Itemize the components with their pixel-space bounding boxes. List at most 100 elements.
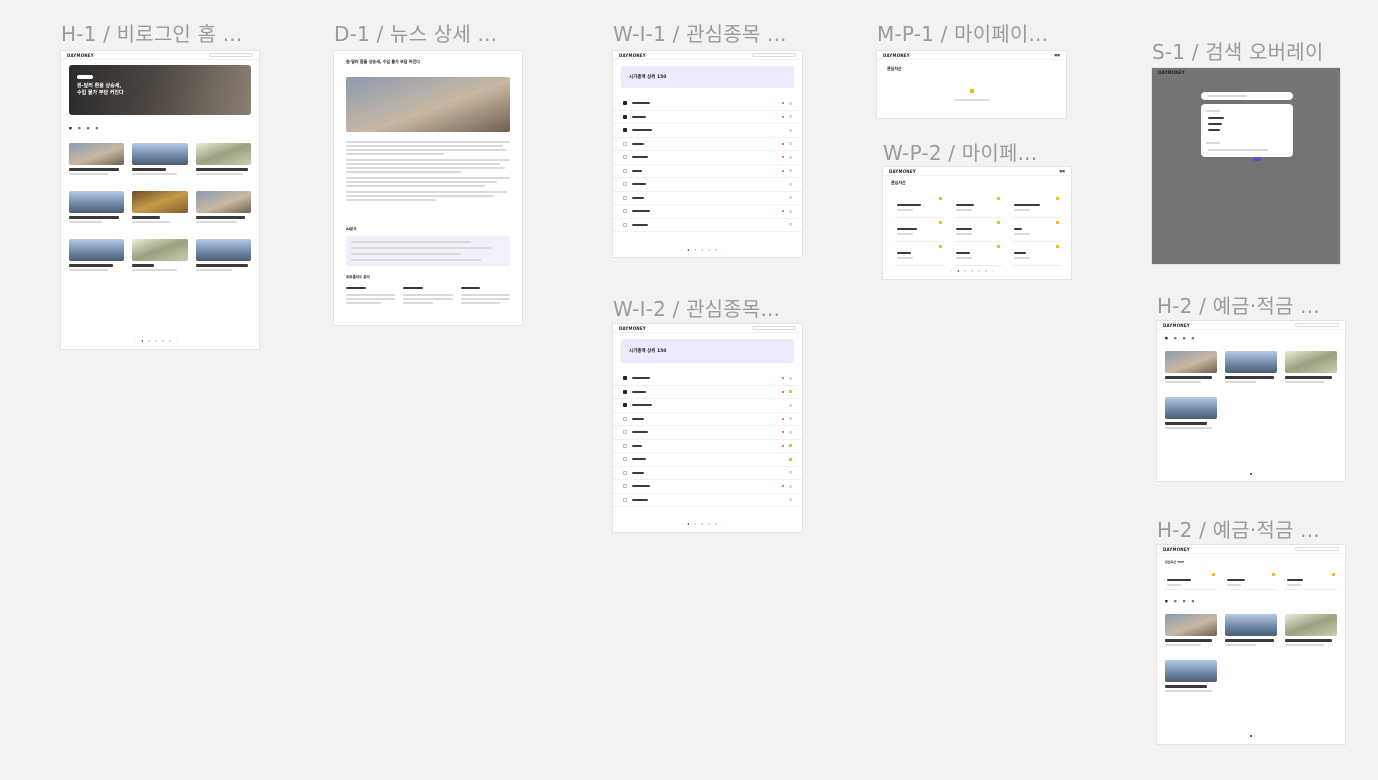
list-item[interactable] <box>613 426 802 440</box>
frame-title-mp1: M-P-1 / 마이페이... <box>877 22 1049 46</box>
news-card[interactable] <box>132 143 188 177</box>
favorite-card[interactable] <box>1012 194 1061 218</box>
list-item[interactable] <box>613 480 802 494</box>
category-tabs[interactable]: ■ ■ ■ ■ <box>1165 336 1194 340</box>
news-grid <box>1165 351 1337 431</box>
search-input[interactable] <box>1295 323 1339 327</box>
news-card[interactable] <box>1165 614 1217 648</box>
purple-chip <box>1253 157 1261 161</box>
search-bar[interactable] <box>1201 92 1293 100</box>
watchlist-banner: 시가총액 상위 150 <box>621 339 794 363</box>
frame-mp1-mypage[interactable]: DAYMONEY ■■ 관심자산 <box>877 51 1066 118</box>
page-dot[interactable] <box>1250 473 1252 475</box>
frame-s1-search-overlay[interactable]: DAYMONEY <box>1152 68 1340 264</box>
frame-h2a-deposit-home[interactable]: DAYMONEY ■ ■ ■ ■ <box>1157 321 1345 481</box>
favorite-card[interactable] <box>953 242 1003 266</box>
news-card[interactable] <box>1225 351 1277 385</box>
favorite-grid <box>1165 570 1337 590</box>
news-card[interactable] <box>69 239 125 273</box>
favorite-card[interactable] <box>1165 570 1217 590</box>
list-item[interactable] <box>613 178 802 192</box>
news-card[interactable] <box>132 239 188 273</box>
search-input[interactable] <box>209 53 253 57</box>
news-card[interactable] <box>1165 397 1217 431</box>
frame-title-h2b: H-2 / 예금·적금 ... <box>1157 518 1320 542</box>
pagination[interactable]: ‹ 1 2 3 4 5 › <box>951 269 993 273</box>
empty-star-icon <box>970 89 974 93</box>
list-item[interactable] <box>613 494 802 507</box>
news-card[interactable] <box>1165 351 1217 385</box>
pagination[interactable]: ‹ 1 2 3 4 5 › <box>681 248 723 252</box>
logo[interactable]: DAYMONEY <box>1158 70 1185 75</box>
pagination[interactable]: ‹ 1 2 3 4 5 › <box>135 339 177 343</box>
banner-title: 시가총액 상위 150 <box>629 75 667 80</box>
list-item[interactable] <box>613 440 802 453</box>
news-card[interactable] <box>69 191 125 225</box>
banner-title: 시가총액 상위 150 <box>629 349 667 354</box>
news-card[interactable] <box>132 191 188 225</box>
list-item[interactable] <box>613 386 802 399</box>
favorite-card[interactable] <box>895 218 944 242</box>
list-item[interactable] <box>613 138 802 151</box>
favorite-card[interactable] <box>895 194 944 218</box>
logo[interactable]: DAYMONEY <box>1163 547 1190 552</box>
list-item[interactable] <box>613 467 802 480</box>
list-item[interactable] <box>613 219 802 232</box>
frame-h1-home[interactable]: DAYMONEY 원-달러 환율 상승세, 수입 물가 부담 커진다 ■ ■ ■ ■ … <box>61 51 259 349</box>
news-grid <box>1165 614 1337 694</box>
logo[interactable]: DAYMONEY <box>889 169 916 174</box>
news-card[interactable] <box>195 191 251 225</box>
list-item[interactable] <box>613 165 802 178</box>
page-dot[interactable] <box>1250 735 1252 737</box>
list-item[interactable] <box>613 124 802 138</box>
logo[interactable]: DAYMONEY <box>619 326 646 331</box>
frame-title-wp2: W-P-2 / 마이페... <box>883 141 1038 165</box>
frame-title-d1: D-1 / 뉴스 상세 ... <box>334 22 498 46</box>
frame-title-wi2: W-I-2 / 관심종목... <box>613 297 781 321</box>
favorite-card[interactable] <box>953 218 1003 242</box>
news-card[interactable] <box>195 239 251 273</box>
logo[interactable]: DAYMONEY <box>67 53 94 58</box>
frame-wi2-watchlist[interactable]: DAYMONEY 시가총액 상위 150 ‹ 1 2 3 4 5 › <box>613 324 802 532</box>
favorite-card[interactable] <box>1012 218 1061 242</box>
logo[interactable]: DAYMONEY <box>619 53 646 58</box>
news-card[interactable] <box>69 143 125 177</box>
top-bar: DAYMONEY <box>613 324 802 333</box>
news-card[interactable] <box>1285 351 1337 385</box>
category-tabs[interactable]: ■ ■ ■ ■ <box>69 126 98 130</box>
list-item[interactable] <box>613 453 802 467</box>
list-item[interactable] <box>613 372 802 386</box>
list-item[interactable] <box>613 111 802 124</box>
favorite-card[interactable] <box>953 194 1003 218</box>
favorite-card[interactable] <box>895 242 944 266</box>
logo[interactable]: DAYMONEY <box>1163 323 1190 328</box>
search-input[interactable] <box>752 326 796 330</box>
news-card[interactable] <box>195 143 251 177</box>
category-tabs[interactable]: ■ ■ ■ ■ <box>1165 599 1194 603</box>
frame-wp2-mypage[interactable]: DAYMONEY ■■ 관심자산 ‹ 1 2 3 4 5 › <box>883 167 1071 279</box>
favorite-card[interactable] <box>1012 242 1061 266</box>
frame-h2b-deposit-home[interactable]: DAYMONEY 관심자산 TOP ■ ■ ■ ■ <box>1157 545 1345 744</box>
search-input[interactable] <box>752 53 796 57</box>
favorite-card[interactable] <box>1285 570 1337 590</box>
news-card[interactable] <box>1225 614 1277 648</box>
list-item[interactable] <box>613 151 802 165</box>
frame-d1-news-detail[interactable]: 원·달러 환율 상승세, 수입 물가 부담 커진다 AI분석 포트폴리오 분석 <box>334 51 522 325</box>
favorite-card[interactable] <box>1225 570 1277 590</box>
top-bar: DAYMONEY <box>1157 321 1345 330</box>
frame-wi1-watchlist[interactable]: DAYMONEY 시가총액 상위 150 ‹ 1 2 3 4 5 › <box>613 51 802 257</box>
search-input[interactable] <box>1295 547 1339 551</box>
list-item[interactable] <box>613 413 802 426</box>
pagination[interactable]: ‹ 1 2 3 4 5 › <box>681 522 723 526</box>
logo[interactable]: DAYMONEY <box>883 53 910 58</box>
list-item[interactable] <box>613 205 802 219</box>
news-card[interactable] <box>1285 614 1337 648</box>
top-bar: DAYMONEY <box>613 51 802 60</box>
frame-title-s1: S-1 / 검색 오버레이 <box>1152 40 1324 64</box>
list-item[interactable] <box>613 192 802 205</box>
list-item[interactable] <box>613 399 802 413</box>
news-card[interactable] <box>1165 660 1217 694</box>
hero-badge <box>77 75 93 79</box>
hero-banner[interactable]: 원-달러 환율 상승세, 수입 물가 부담 커진다 <box>69 65 251 115</box>
list-item[interactable] <box>613 97 802 111</box>
